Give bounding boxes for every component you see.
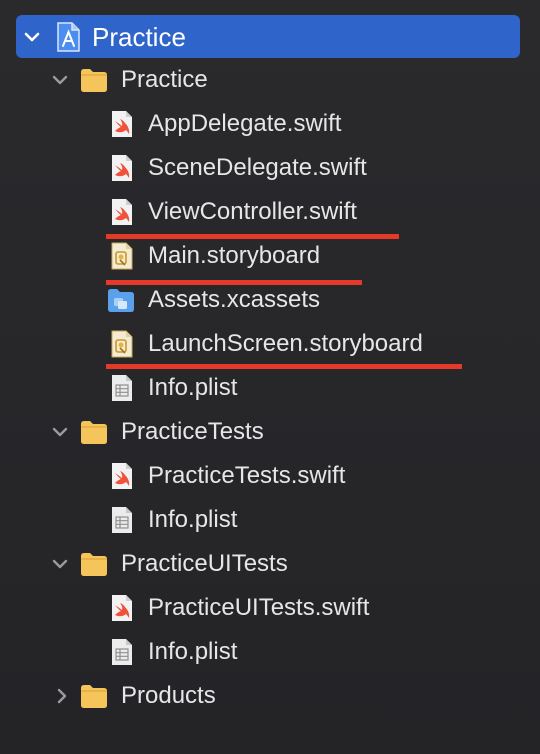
row-label: Info.plist <box>148 374 238 401</box>
folder-row-products[interactable]: Products <box>0 674 540 718</box>
chevron-right-icon[interactable] <box>52 686 72 706</box>
folder-icon <box>81 553 107 576</box>
row-label: Main.storyboard <box>148 242 321 269</box>
project-row-practice[interactable]: Practice <box>0 15 540 59</box>
folder-icon <box>81 421 107 444</box>
row-label: PracticeTests <box>121 418 264 445</box>
row-label: LaunchScreen.storyboard <box>148 330 423 357</box>
chevron-down-icon[interactable] <box>50 70 70 90</box>
storyboard-file-icon <box>111 330 133 358</box>
swift-file-icon <box>112 155 132 181</box>
row-label: Products <box>121 682 216 709</box>
folder-row-practiceuitests[interactable]: PracticeUITests <box>0 542 540 586</box>
file-row-info-plist[interactable]: Info.plist <box>0 498 540 542</box>
chevron-down-icon[interactable] <box>50 422 70 442</box>
file-row-info-plist[interactable]: Info.plist <box>0 630 540 674</box>
file-row-practiceuitests-swift[interactable]: PracticeUITests.swift <box>0 586 540 630</box>
file-row-scenedelegate[interactable]: SceneDelegate.swift <box>0 146 540 190</box>
row-label: Practice <box>92 22 186 52</box>
annotation-underline-launchscreen <box>106 364 462 369</box>
row-label: PracticeTests.swift <box>148 462 346 489</box>
row-label: SceneDelegate.swift <box>148 154 367 181</box>
file-row-main-storyboard[interactable]: Main.storyboard <box>0 234 540 278</box>
annotation-underline-main-storyboard <box>106 280 362 285</box>
plist-file-icon <box>112 507 132 533</box>
xcode-project-icon <box>57 22 80 52</box>
file-row-info-plist[interactable]: Info.plist <box>0 366 540 410</box>
swift-file-icon <box>112 463 132 489</box>
row-label: Info.plist <box>148 638 238 665</box>
file-row-practicetests-swift[interactable]: PracticeTests.swift <box>0 454 540 498</box>
swift-file-icon <box>112 199 132 225</box>
swift-file-icon <box>112 595 132 621</box>
row-label: PracticeUITests <box>121 550 288 577</box>
chevron-down-icon[interactable] <box>50 554 70 574</box>
swift-file-icon <box>112 111 132 137</box>
file-row-launchscreen-storyboard[interactable]: LaunchScreen.storyboard <box>0 322 540 366</box>
folder-icon <box>81 69 107 92</box>
row-label: ViewController.swift <box>148 198 357 225</box>
storyboard-file-icon <box>111 242 133 270</box>
plist-file-icon <box>112 375 132 401</box>
plist-file-icon <box>112 639 132 665</box>
folder-row-practicetests[interactable]: PracticeTests <box>0 410 540 454</box>
file-row-appdelegate[interactable]: AppDelegate.swift <box>0 102 540 146</box>
project-navigator: Practice Practice AppDelegate.swift Scen… <box>0 0 540 754</box>
folder-icon <box>81 685 107 708</box>
row-label: AppDelegate.swift <box>148 110 342 137</box>
annotation-underline-viewcontroller <box>106 234 399 239</box>
row-label: PracticeUITests.swift <box>148 594 370 621</box>
folder-row-practice[interactable]: Practice <box>0 58 540 102</box>
row-label: Practice <box>121 66 208 93</box>
file-row-viewcontroller[interactable]: ViewController.swift <box>0 190 540 234</box>
chevron-down-icon[interactable] <box>22 27 42 47</box>
row-label: Info.plist <box>148 506 238 533</box>
asset-catalog-icon <box>108 289 134 312</box>
